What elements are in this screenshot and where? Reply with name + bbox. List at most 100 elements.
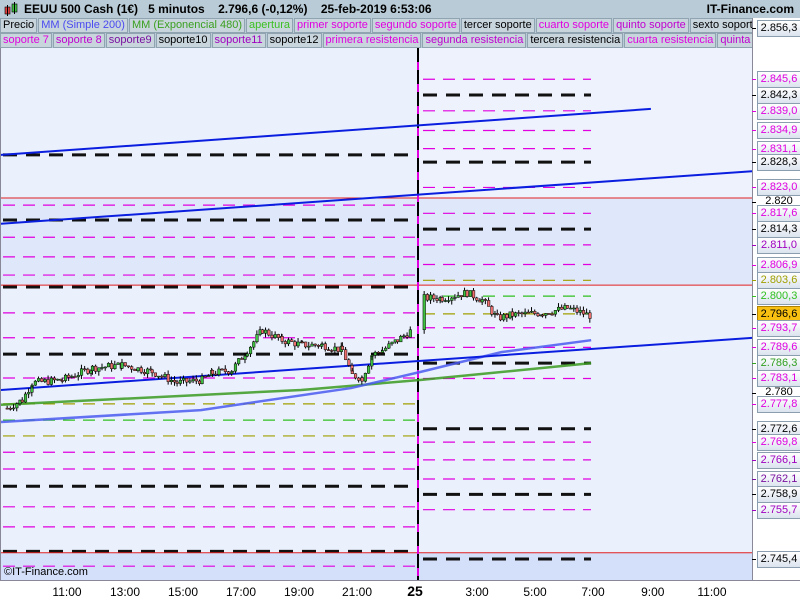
candle — [198, 380, 202, 384]
candle — [249, 346, 253, 355]
legend-item[interactable]: apertura — [246, 18, 293, 33]
candle — [505, 314, 509, 319]
candle — [480, 299, 484, 303]
candle — [12, 407, 16, 410]
candle — [264, 329, 268, 334]
price-label: 2.828,3 — [757, 154, 800, 172]
candle — [227, 371, 231, 374]
candle — [49, 377, 53, 385]
price-tick — [752, 479, 756, 481]
candle — [116, 362, 120, 365]
candle — [336, 346, 340, 352]
candle — [230, 370, 234, 373]
candle — [220, 368, 224, 371]
legend-item[interactable]: tercera resistencia — [527, 33, 624, 48]
price-tick — [752, 494, 756, 496]
legend-item[interactable]: MM (Exponencial 480) — [128, 18, 245, 33]
price-label: 2.811,0 — [757, 236, 800, 254]
candle — [472, 290, 476, 299]
candle — [130, 366, 134, 370]
price-tick — [752, 558, 756, 560]
legend-item[interactable]: primera resistencia — [322, 33, 422, 48]
legend-item[interactable]: soporte9 — [105, 33, 155, 48]
candle — [588, 312, 592, 319]
candle — [320, 343, 324, 345]
price-tick — [752, 296, 756, 298]
candle — [450, 297, 454, 301]
price-label: 2.817,6 — [757, 205, 800, 223]
candle — [233, 363, 238, 372]
candle — [541, 314, 545, 317]
candle — [585, 312, 589, 315]
candle — [260, 329, 264, 334]
legend-item[interactable]: segunda resistencia — [422, 33, 527, 48]
candle — [526, 311, 530, 314]
legend-item[interactable]: Precio — [0, 18, 38, 33]
chart-plot[interactable] — [0, 48, 752, 580]
legend-item[interactable]: primer soporte — [293, 18, 371, 33]
legend-item[interactable]: soporte10 — [155, 33, 211, 48]
legend-item[interactable]: tercer soporte — [460, 18, 535, 33]
candle — [283, 341, 287, 345]
candle — [523, 311, 527, 314]
candle — [569, 307, 573, 310]
candle — [163, 374, 167, 377]
candle — [563, 305, 567, 310]
candle — [5, 407, 9, 410]
legend-item[interactable]: cuarta resistencia — [624, 33, 717, 48]
candle — [514, 312, 518, 317]
candle — [376, 351, 381, 354]
candle — [113, 364, 117, 369]
price-label: 2.814,3 — [757, 221, 800, 239]
price-tick — [752, 79, 756, 81]
candle — [290, 339, 294, 342]
candle — [79, 368, 84, 376]
candle — [8, 407, 12, 410]
candle — [200, 375, 204, 384]
candle — [475, 297, 479, 301]
candle — [173, 380, 177, 383]
candle — [565, 305, 570, 309]
candle — [520, 312, 524, 315]
candle — [276, 334, 280, 338]
candle — [139, 367, 143, 373]
candle — [296, 341, 300, 347]
candle — [240, 358, 244, 360]
legend-item[interactable]: soporte11 — [211, 33, 266, 48]
price-label: 2.800,3 — [757, 288, 800, 306]
legend-item[interactable]: soporte 8 — [52, 33, 105, 48]
candle — [363, 373, 367, 382]
legend-item[interactable]: soporte12 — [266, 33, 322, 48]
candle — [307, 345, 311, 348]
legend-item[interactable]: cuarto soporte — [535, 18, 613, 33]
price-tick — [752, 393, 756, 395]
candle — [90, 365, 95, 371]
legend-item[interactable]: soporte 7 — [0, 33, 52, 48]
price-tick — [752, 148, 756, 150]
candle — [553, 310, 557, 315]
candle — [106, 363, 111, 368]
candle — [447, 300, 451, 302]
price-label: 2.856,3 — [757, 20, 800, 37]
candle — [273, 334, 277, 338]
title-bar: EEUU 500 Cash (1€) 5 minutos 2.796,6 (-0… — [0, 0, 800, 18]
time-tick-label: 5:00 — [523, 585, 547, 599]
legend: Precio MM (Simple 200) MM (Exponencial 480… — [0, 18, 775, 48]
candle — [453, 297, 457, 299]
price-label: 2.845,6 — [757, 71, 800, 89]
legend-item[interactable]: segundo soporte — [371, 18, 460, 33]
candle — [408, 329, 412, 338]
candle — [103, 366, 107, 369]
candle — [530, 311, 534, 313]
candle — [572, 307, 576, 310]
price-tick — [752, 442, 756, 444]
price-label: 2.755,7 — [757, 501, 800, 519]
candle — [33, 380, 37, 386]
candle — [27, 392, 31, 395]
legend-item[interactable]: quinto soporte — [613, 18, 689, 33]
candle — [175, 381, 179, 384]
candle — [142, 372, 147, 375]
candle — [390, 341, 394, 345]
legend-item[interactable]: MM (Simple 200) — [38, 18, 128, 33]
candle — [422, 294, 426, 331]
